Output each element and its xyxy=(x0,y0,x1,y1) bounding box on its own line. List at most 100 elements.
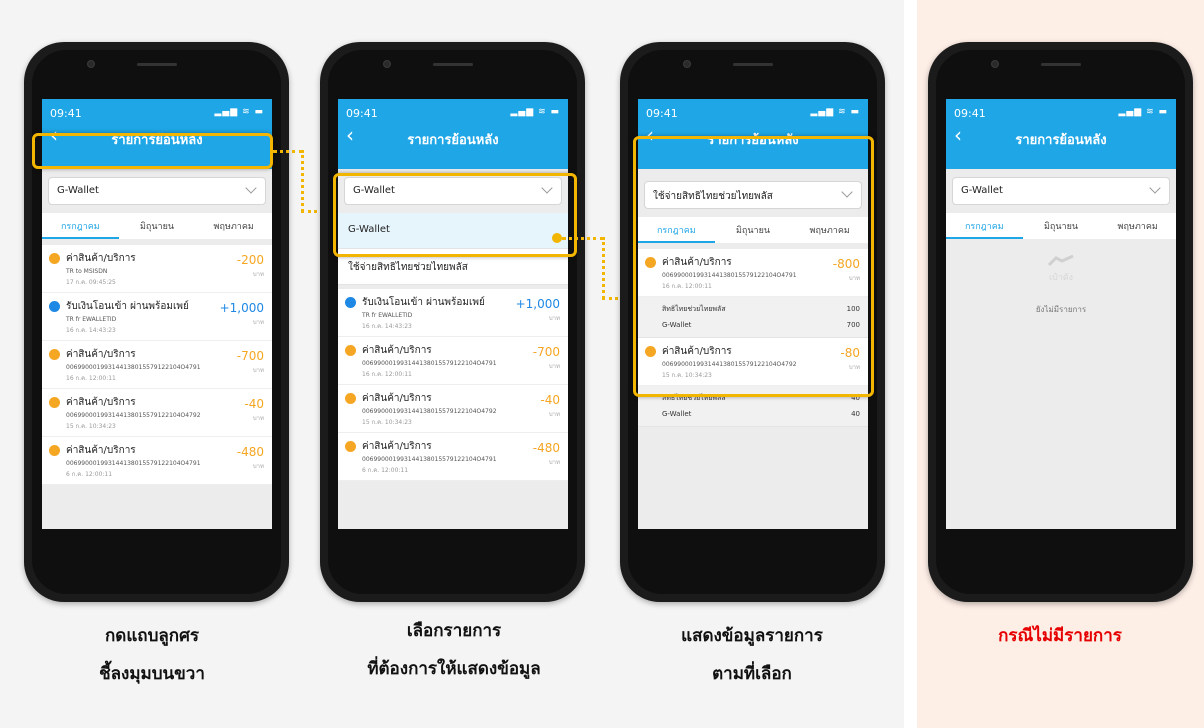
transaction-ref: 006990001993144138015579122104O4792 xyxy=(362,408,497,415)
camera-icon xyxy=(682,60,691,68)
tab-month-3[interactable]: พฤษภาคม xyxy=(195,213,272,239)
status-time: 09:41 xyxy=(346,107,378,120)
transaction-ref: 006990001993144138015579122104O4791 xyxy=(66,364,201,371)
dropdown-value: G-Wallet xyxy=(57,185,99,196)
status-icons: ▂▄▆ ≋ ▬ xyxy=(214,107,264,117)
transaction-amount: -40 xyxy=(244,397,264,411)
transaction-date: 6 ก.ค. 12:00:11 xyxy=(66,471,113,478)
payment-icon xyxy=(345,345,356,356)
status-icons: ▂▄▆ ≋ ▬ xyxy=(810,107,860,117)
phone-empty-case: 09:41 ▂▄▆ ≋ ▬ ‹ รายการย้อนหลัง G-Wallet … xyxy=(928,42,1193,602)
transaction-amount: +1,000 xyxy=(515,297,560,311)
currency-unit: บาท xyxy=(252,367,264,374)
screen-empty: 09:41 ▂▄▆ ≋ ▬ ‹ รายการย้อนหลัง G-Wallet … xyxy=(946,99,1176,529)
phone-step1: 09:41 ▂▄▆ ≋ ▬ ‹ รายการย้อนหลัง G-Wallet … xyxy=(24,42,289,602)
connector-dot xyxy=(552,233,562,243)
camera-icon xyxy=(382,60,391,68)
caption-line: กดแถบลูกศร xyxy=(104,626,199,646)
connector-line xyxy=(602,237,605,299)
transaction-title: ค่าสินค้า/บริการ xyxy=(362,345,432,356)
connector-line xyxy=(273,150,303,153)
payment-icon xyxy=(49,397,60,408)
transaction-amount: +1,000 xyxy=(219,301,264,315)
transaction-list: รับเงินโอนเข้า ผ่านพร้อมเพย์ TR fr EWALL… xyxy=(338,289,568,481)
breakdown-label: G-Wallet xyxy=(662,410,692,418)
transaction-row[interactable]: ค่าสินค้า/บริการ 00699000199314413801557… xyxy=(338,337,568,385)
page-title: รายการย้อนหลัง xyxy=(407,133,499,148)
screen-step2: 09:41 ▂▄▆ ≋ ▬ ‹ รายการย้อนหลัง G-Wallet … xyxy=(338,99,568,529)
transaction-ref: 006990001993144138015579122104O4791 xyxy=(66,460,201,467)
transaction-amount: -480 xyxy=(532,441,560,455)
currency-unit: บาท xyxy=(548,411,560,418)
transaction-row[interactable]: ค่าสินค้า/บริการ TR to MSISDN 17 ก.ค. 09… xyxy=(42,245,272,293)
transaction-amount: -40 xyxy=(540,393,560,407)
page-title: รายการย้อนหลัง xyxy=(1015,133,1107,148)
empty-state-message: ยังไม่มีรายการ xyxy=(1035,305,1087,314)
chevron-down-icon[interactable] xyxy=(245,182,257,194)
transaction-title: ค่าสินค้า/บริการ xyxy=(362,441,432,452)
status-time: 09:41 xyxy=(646,107,678,120)
transaction-row[interactable]: ค่าสินค้า/บริการ 00699000199314413801557… xyxy=(338,433,568,481)
currency-unit: บาท xyxy=(252,319,264,326)
caption-empty-case: กรณีไม่มีรายการ xyxy=(930,617,1190,655)
transaction-date: 17 ก.ค. 09:45:25 xyxy=(66,279,116,286)
options-highlight xyxy=(333,173,577,257)
caption-line: ที่ต้องการให้แสดงข้อมูล xyxy=(367,659,541,679)
chevron-down-icon[interactable] xyxy=(1149,182,1161,194)
currency-unit: บาท xyxy=(252,415,264,422)
caption-line: เลือกรายการ xyxy=(406,621,502,641)
transaction-title: ค่าสินค้า/บริการ xyxy=(362,393,432,404)
currency-unit: บาท xyxy=(548,363,560,370)
currency-unit: บาท xyxy=(548,315,560,322)
transaction-row[interactable]: รับเงินโอนเข้า ผ่านพร้อมเพย์ TR fr EWALL… xyxy=(338,289,568,337)
transaction-amount: -700 xyxy=(236,349,264,363)
transaction-list: ค่าสินค้า/บริการ TR to MSISDN 17 ก.ค. 09… xyxy=(42,245,272,485)
transaction-amount: -480 xyxy=(236,445,264,459)
transaction-title: ค่าสินค้า/บริการ xyxy=(66,253,136,264)
connector-line xyxy=(301,150,304,212)
wallet-dropdown[interactable]: G-Wallet xyxy=(952,177,1170,205)
details-highlight xyxy=(633,136,874,397)
transaction-amount: -700 xyxy=(532,345,560,359)
wallet-dropdown[interactable]: G-Wallet xyxy=(48,177,266,205)
incoming-icon xyxy=(345,297,356,308)
transaction-date: 15 ก.ค. 10:34:23 xyxy=(362,419,412,426)
transaction-title: ค่าสินค้า/บริการ xyxy=(66,397,136,408)
month-tabs: กรกฎาคม มิถุนายน พฤษภาคม xyxy=(946,213,1176,239)
status-time: 09:41 xyxy=(50,107,82,120)
tab-month-1[interactable]: กรกฎาคม xyxy=(42,213,119,239)
transaction-row[interactable]: ค่าสินค้า/บริการ 00699000199314413801557… xyxy=(42,389,272,437)
transaction-ref: 006990001993144138015579122104O4791 xyxy=(362,360,497,367)
incoming-icon xyxy=(49,301,60,312)
phone-step2: 09:41 ▂▄▆ ≋ ▬ ‹ รายการย้อนหลัง G-Wallet … xyxy=(320,42,585,602)
caption-line: ตามที่เลือก xyxy=(712,664,792,684)
tab-month-3[interactable]: พฤษภาคม xyxy=(1099,213,1176,239)
tab-month-2[interactable]: มิถุนายน xyxy=(119,213,196,239)
transaction-row[interactable]: ค่าสินค้า/บริการ 00699000199314413801557… xyxy=(42,437,272,485)
camera-icon xyxy=(86,60,95,68)
tab-month-2[interactable]: มิถุนายน xyxy=(1023,213,1100,239)
breakdown-value: 40 xyxy=(851,410,860,418)
tab-month-1[interactable]: กรกฎาคม xyxy=(946,213,1023,239)
transaction-date: 15 ก.ค. 10:34:23 xyxy=(66,423,116,430)
payment-icon xyxy=(345,441,356,452)
transaction-date: 6 ก.ค. 12:00:11 xyxy=(362,467,409,474)
transaction-date: 16 ก.ค. 12:00:11 xyxy=(362,371,412,378)
payment-icon xyxy=(49,349,60,360)
transaction-ref: TR fr EWALLETID xyxy=(362,312,413,319)
payment-icon xyxy=(345,393,356,404)
transaction-ref: 006990001993144138015579122104O4792 xyxy=(66,412,201,419)
transaction-row[interactable]: รับเงินโอนเข้า ผ่านพร้อมเพย์ TR fr EWALL… xyxy=(42,293,272,341)
status-time: 09:41 xyxy=(954,107,986,120)
status-icons: ▂▄▆ ≋ ▬ xyxy=(1118,107,1168,117)
transaction-row[interactable]: ค่าสินค้า/บริการ 00699000199314413801557… xyxy=(42,341,272,389)
currency-unit: บาท xyxy=(252,271,264,278)
caption-line: ชี้ลงมุมบนขวา xyxy=(99,664,205,684)
transaction-amount: -200 xyxy=(236,253,264,267)
caption-step2: เลือกรายการ ที่ต้องการให้แสดงข้อมูล xyxy=(324,612,584,688)
transaction-title: ค่าสินค้า/บริการ xyxy=(66,445,136,456)
transaction-row[interactable]: ค่าสินค้า/บริการ 00699000199314413801557… xyxy=(338,385,568,433)
dropdown-value: G-Wallet xyxy=(961,185,1003,196)
caption-line: กรณีไม่มีรายการ xyxy=(998,626,1122,646)
currency-unit: บาท xyxy=(548,459,560,466)
